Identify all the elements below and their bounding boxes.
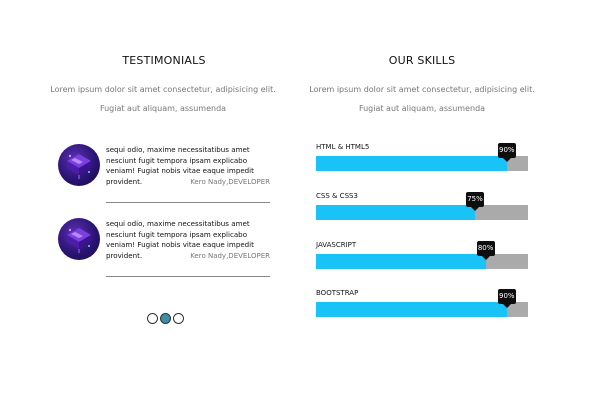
avatar <box>58 218 100 260</box>
testimonial-author: Kero Nady,DEVELOPER <box>190 252 270 260</box>
testimonial-card: sequi odio, maxime necessitatibus amet n… <box>58 218 270 284</box>
isometric-tech-illustration-icon <box>67 228 91 253</box>
testimonials-subtitle: Lorem ipsum dolor sit amet consectetur, … <box>50 85 276 113</box>
skills-title: OUR SKILLS <box>388 54 456 67</box>
testimonial-divider <box>106 276 270 277</box>
progress-fill <box>316 156 507 171</box>
carousel-pagination <box>147 313 184 324</box>
skill-label: CSS & CSS3 <box>316 192 358 200</box>
carousel-dot-active[interactable] <box>160 313 171 324</box>
skill-bar-bootstrap: BOOTSTRAP 90% <box>316 289 528 329</box>
skill-bar-html: HTML & HTML5 90% <box>316 143 528 183</box>
progress-fill <box>316 302 507 317</box>
testimonial-card: sequi odio, maxime necessitatibus amet n… <box>58 144 270 210</box>
isometric-tech-illustration-icon <box>67 154 91 179</box>
percent-tooltip: 80% <box>476 241 495 260</box>
carousel-dot[interactable] <box>147 313 158 324</box>
skills-subtitle: Lorem ipsum dolor sit amet consectetur, … <box>309 85 535 113</box>
progress-track: 90% <box>316 289 528 317</box>
skill-bar-javascript: JAVASCRIPT 80% <box>316 241 528 281</box>
progress-fill <box>316 205 475 220</box>
skill-label: JAVASCRIPT <box>316 241 357 249</box>
skill-label: HTML & HTML5 <box>316 143 370 151</box>
percent-tooltip: 90% <box>497 289 516 308</box>
avatar <box>58 144 100 186</box>
skill-label: BOOTSTRAP <box>316 289 359 297</box>
testimonial-author: Kero Nady,DEVELOPER <box>190 178 270 186</box>
testimonial-divider <box>106 202 270 203</box>
percent-tooltip: 75% <box>466 192 484 211</box>
percent-tooltip: 90% <box>497 143 516 162</box>
progress-track: 90% <box>316 143 528 171</box>
progress-track: 80% <box>316 241 528 269</box>
progress-track: 75% <box>316 192 528 220</box>
testimonials-title: TESTIMONIALS <box>122 54 206 67</box>
carousel-dot[interactable] <box>173 313 184 324</box>
progress-fill <box>316 254 486 269</box>
skill-bar-css: CSS & CSS3 75% <box>316 192 528 232</box>
